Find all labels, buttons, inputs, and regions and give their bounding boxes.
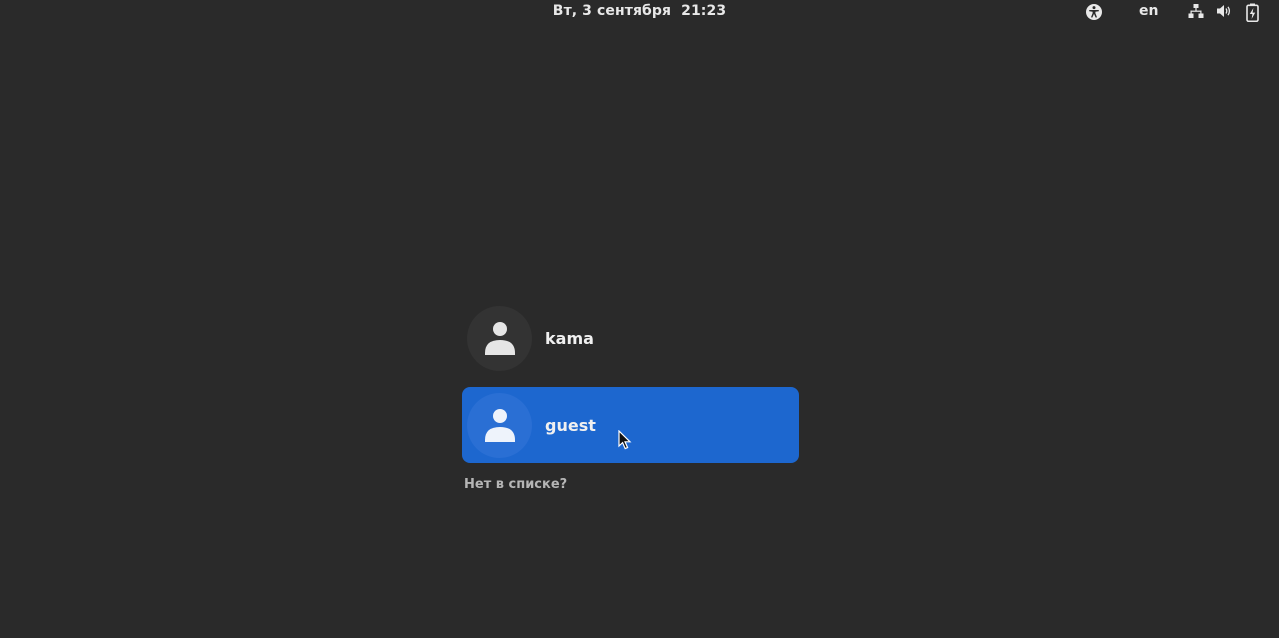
not-listed-link[interactable]: Нет в списке? bbox=[464, 477, 567, 492]
avatar bbox=[467, 305, 532, 371]
mouse-pointer-icon bbox=[618, 430, 632, 450]
user-row-kama[interactable]: kama bbox=[462, 300, 799, 376]
clock-time: 21:23 bbox=[681, 3, 727, 19]
user-name: kama bbox=[545, 328, 594, 348]
user-row-guest[interactable]: guest bbox=[462, 387, 799, 463]
clock-date: Вт, 3 сентября bbox=[552, 3, 672, 19]
battery-icon[interactable] bbox=[1246, 3, 1259, 22]
avatar bbox=[467, 392, 532, 458]
language-indicator[interactable]: en bbox=[1139, 3, 1158, 19]
volume-icon[interactable] bbox=[1216, 3, 1232, 19]
login-screen: Вт, 3 сентября 21:23 en kama guest Нет в… bbox=[0, 0, 1279, 638]
user-icon bbox=[484, 409, 515, 442]
user-name: guest bbox=[545, 415, 596, 435]
network-icon[interactable] bbox=[1188, 3, 1204, 19]
top-bar: Вт, 3 сентября 21:23 en bbox=[0, 0, 1279, 26]
accessibility-icon[interactable] bbox=[1085, 3, 1103, 21]
user-icon bbox=[484, 322, 515, 355]
